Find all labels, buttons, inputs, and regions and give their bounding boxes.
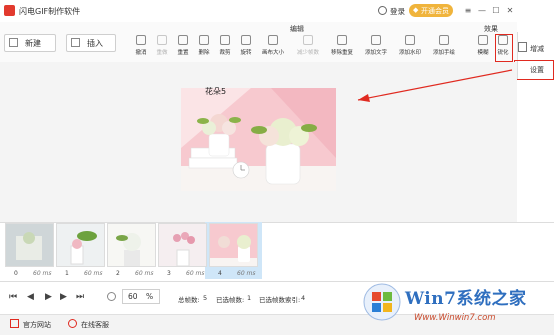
total-frames-value: 5 [203, 294, 208, 302]
insert-icon [71, 38, 80, 47]
watermark-brand: Win7系统之家 [405, 289, 527, 309]
canvas-size-icon [268, 35, 278, 45]
frame-thumbnail[interactable] [209, 223, 258, 267]
insert-button[interactable]: 插入 [66, 34, 116, 52]
crop-icon [220, 35, 230, 45]
annotation-arrow [357, 69, 513, 102]
vip-label[interactable]: 开通会员 [421, 6, 449, 16]
adjust-icon [518, 42, 527, 52]
tool-canvas-size[interactable]: 画布大小 [261, 33, 285, 60]
frame-index: 4 [218, 270, 222, 277]
frame-index: 2 [116, 270, 120, 277]
user-icon[interactable] [378, 6, 387, 15]
highlight-box-settings [514, 60, 554, 80]
highlight-box-tool [495, 34, 513, 62]
frame-duration[interactable]: 60 ms [186, 270, 205, 277]
login-button[interactable]: 登录 [390, 6, 405, 17]
frame-preview-image [181, 88, 336, 191]
rotate-icon [241, 35, 251, 45]
frame-thumbnail[interactable] [5, 223, 54, 267]
new-file-icon [9, 38, 18, 47]
home-icon [10, 319, 19, 328]
tool-label: 添加文字 [364, 50, 387, 56]
new-button[interactable]: 新建 [4, 34, 56, 52]
frame-index: 1 [65, 270, 69, 277]
new-button-label: 新建 [25, 39, 41, 48]
frame-index: 3 [167, 270, 171, 277]
headset-icon [68, 319, 77, 328]
frame-thumbnail[interactable] [158, 223, 207, 267]
selected-frames-value: 1 [247, 294, 252, 302]
last-frame-button[interactable]: ⏭ [76, 292, 84, 302]
delete-icon [199, 35, 209, 45]
app-title: 闪电GIF制作软件 [19, 7, 81, 16]
tool-add-drawing[interactable]: 添加手绘 [432, 33, 456, 60]
tool-reduce-frames[interactable]: 减少帧数 [296, 33, 320, 60]
add-text-icon [371, 35, 381, 45]
tool-rotate[interactable]: 旋转 [234, 33, 258, 60]
tool-remove-duplicates[interactable]: 移除重复 [330, 33, 354, 60]
play-button[interactable]: ▶ [45, 292, 52, 302]
first-frame-button[interactable]: ⏮ [9, 292, 17, 302]
maximize-button[interactable]: ☐ [490, 4, 502, 17]
frame-title: 花朵5 [205, 87, 227, 96]
remove-duplicates-icon [337, 35, 347, 45]
diamond-icon: ◆ [413, 6, 419, 14]
close-button[interactable]: ✕ [504, 4, 516, 17]
tool-add-text[interactable]: 添加文字 [364, 33, 388, 60]
blur-icon [478, 35, 488, 45]
watermark-icon [405, 35, 415, 45]
total-frames-label: 总帧数: [178, 296, 200, 304]
menu-icon[interactable]: ≡ [462, 4, 474, 17]
online-service-link[interactable]: 在线客服 [81, 320, 109, 330]
frame-duration[interactable]: 60 ms [237, 270, 256, 277]
selected-index-value: 4 [301, 294, 306, 302]
menu-item-adjust[interactable]: 增减 [530, 44, 544, 54]
selected-frames-label: 已选帧数: [216, 296, 245, 304]
redo-icon [157, 35, 167, 45]
minimize-button[interactable]: — [476, 4, 488, 17]
undo-icon [136, 35, 146, 45]
next-frame-button[interactable]: ▶ [60, 292, 67, 302]
tool-label: 添加水印 [398, 50, 421, 56]
windows-logo-watermark [363, 283, 401, 321]
watermark-url: Www.Winwin7.com [414, 313, 496, 323]
insert-button-label: 插入 [87, 39, 103, 48]
prev-frame-button[interactable]: ◀ [27, 292, 34, 302]
reduce-frames-icon [303, 35, 313, 45]
tool-label: 移除重复 [330, 50, 353, 56]
zoom-icon [107, 292, 116, 301]
frame-thumbnail[interactable] [107, 223, 156, 267]
zoom-unit: % [146, 292, 154, 301]
app-logo-icon [4, 5, 15, 16]
frame-duration[interactable]: 60 ms [84, 270, 103, 277]
tool-label: 添加手绘 [432, 50, 455, 56]
frame-thumbnail[interactable] [56, 223, 105, 267]
tool-label: 旋转 [240, 50, 252, 56]
tool-label: 减少帧数 [296, 50, 319, 56]
zoom-value: 60 [128, 292, 138, 301]
selected-index-label: 已选帧数索引: [259, 296, 301, 304]
frame-index: 0 [14, 270, 18, 277]
pencil-icon [439, 35, 449, 45]
official-site-link[interactable]: 官方网站 [23, 320, 51, 330]
tool-add-watermark[interactable]: 添加水印 [398, 33, 422, 60]
tool-label: 画布大小 [261, 50, 284, 56]
frame-duration[interactable]: 60 ms [33, 270, 52, 277]
reset-icon [178, 35, 188, 45]
frame-duration[interactable]: 60 ms [135, 270, 154, 277]
